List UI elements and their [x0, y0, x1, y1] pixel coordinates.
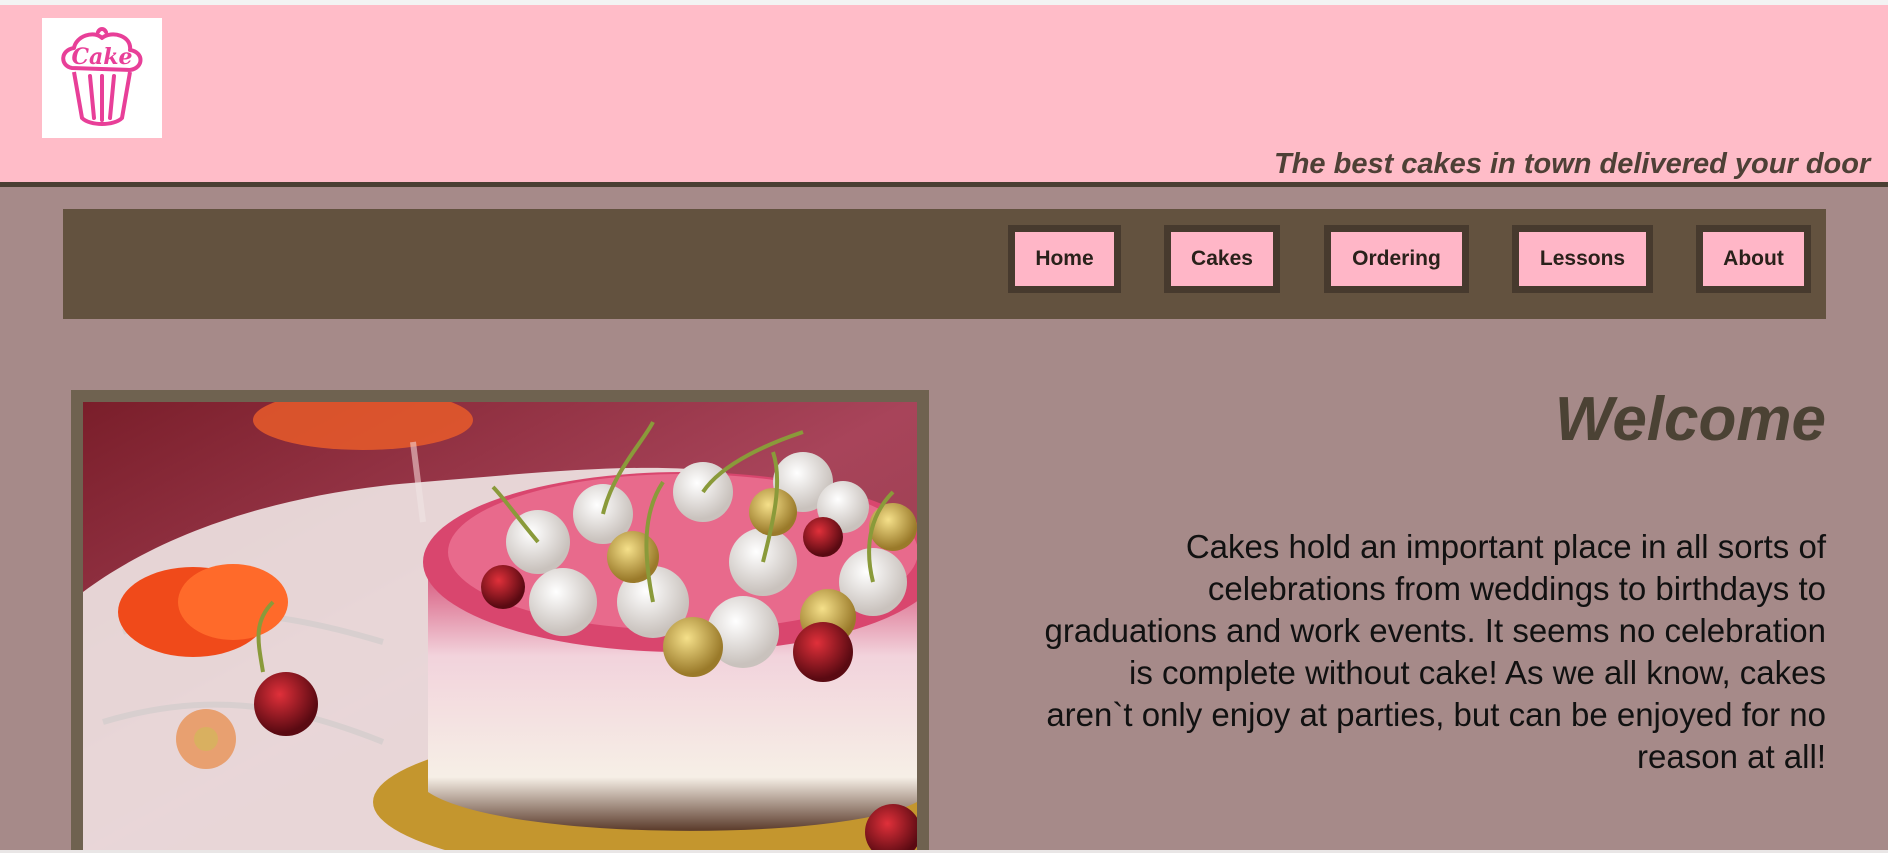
svg-text:Cake: Cake	[71, 44, 132, 70]
site-header: Cake The best cakes in town delivered yo…	[0, 5, 1888, 187]
site-tagline: The best cakes in town delivered your do…	[1274, 148, 1871, 180]
welcome-heading: Welcome	[1554, 385, 1826, 454]
cake-photo-frame	[71, 390, 929, 853]
nav-about-button[interactable]: About	[1696, 225, 1811, 293]
cupcake-logo-icon: Cake	[61, 27, 143, 126]
nav-lessons-button[interactable]: Lessons	[1512, 225, 1653, 293]
main-navigation: Home Cakes Ordering Lessons About	[63, 209, 1826, 319]
nav-cakes-button[interactable]: Cakes	[1164, 225, 1280, 293]
nav-ordering-button[interactable]: Ordering	[1324, 225, 1469, 293]
nav-home-button[interactable]: Home	[1008, 225, 1121, 293]
cherry-cake-photo	[83, 402, 917, 853]
intro-paragraph: Cakes hold an important place in all sor…	[1044, 528, 1826, 775]
cake-logo[interactable]: Cake	[42, 18, 162, 138]
